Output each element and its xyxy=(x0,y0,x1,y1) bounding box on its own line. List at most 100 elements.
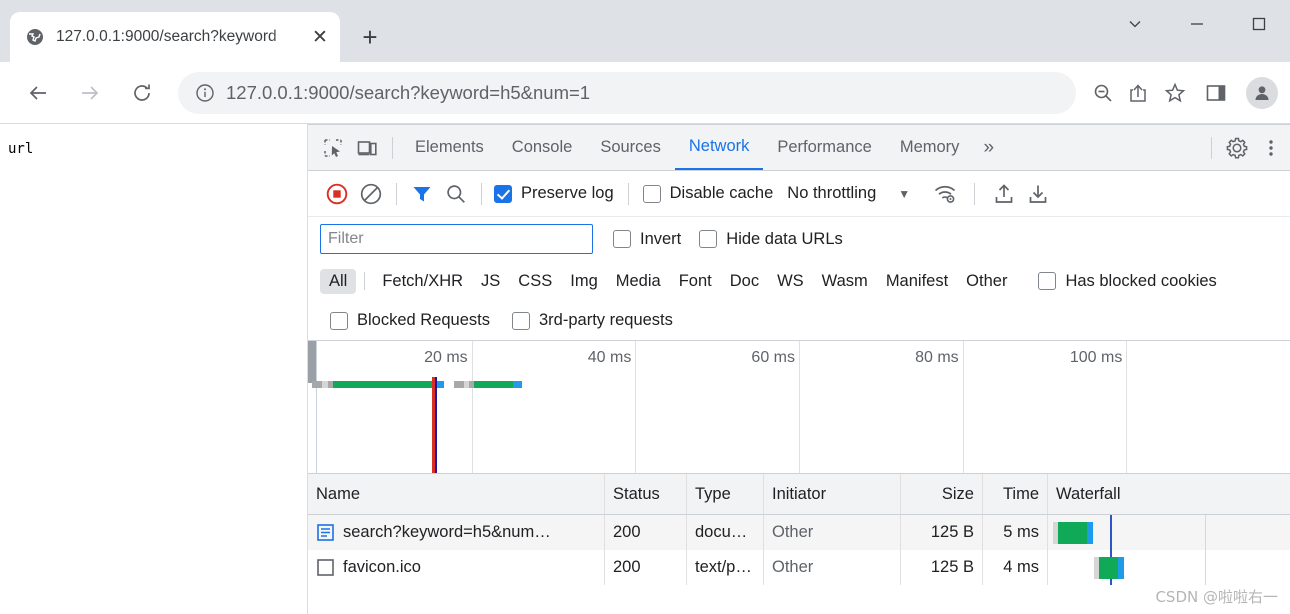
tab-elements[interactable]: Elements xyxy=(401,125,498,170)
devtools-panel: Elements Console Sources Network Perform… xyxy=(308,124,1290,614)
share-icon[interactable] xyxy=(1122,76,1156,110)
waterfall-segment xyxy=(1118,557,1125,579)
inspect-element-icon[interactable] xyxy=(316,131,350,165)
column-header-name[interactable]: Name xyxy=(308,474,605,514)
tab-performance[interactable]: Performance xyxy=(763,125,885,170)
type-filter-wasm[interactable]: Wasm xyxy=(813,269,877,294)
funnel-icon[interactable] xyxy=(405,177,439,211)
reload-icon[interactable] xyxy=(122,73,162,113)
maximize-icon[interactable] xyxy=(1228,0,1290,48)
clear-icon[interactable] xyxy=(354,177,388,211)
overview-window-handle[interactable] xyxy=(308,341,316,383)
avatar[interactable] xyxy=(1246,76,1278,109)
content-area: url Elements Console Sources Network Per… xyxy=(0,124,1290,614)
new-tab-button[interactable]: + xyxy=(350,17,390,57)
devtools-tabbar: Elements Console Sources Network Perform… xyxy=(308,125,1290,171)
checkbox-box xyxy=(512,311,530,330)
overview-tick-line xyxy=(962,341,964,473)
globe-icon xyxy=(26,28,44,46)
export-har-icon[interactable] xyxy=(1021,177,1055,211)
kebab-menu-icon[interactable] xyxy=(1254,131,1288,165)
document-icon xyxy=(316,524,334,542)
record-stop-icon[interactable] xyxy=(320,177,354,211)
overview-tick-line xyxy=(1126,341,1128,473)
tab-search-icon[interactable] xyxy=(1104,0,1166,48)
type-filter-fetch-xhr[interactable]: Fetch/XHR xyxy=(373,269,472,294)
has-blocked-cookies-checkbox[interactable]: Has blocked cookies xyxy=(1038,272,1217,291)
preserve-log-checkbox[interactable]: Preserve log xyxy=(494,184,614,203)
waterfall-grid-line xyxy=(1205,515,1207,550)
type-filter-other[interactable]: Other xyxy=(957,269,1016,294)
divider xyxy=(481,182,482,205)
cell-size: 125 B xyxy=(901,550,983,585)
cell-waterfall xyxy=(1048,515,1290,550)
cell-type: docu… xyxy=(687,515,764,550)
tab-console[interactable]: Console xyxy=(498,125,587,170)
minimize-icon[interactable] xyxy=(1166,0,1228,48)
search-icon[interactable] xyxy=(439,177,473,211)
type-filter-css[interactable]: CSS xyxy=(509,269,561,294)
overview-tick-label: 100 ms xyxy=(1069,349,1123,366)
blocked-requests-checkbox[interactable]: Blocked Requests xyxy=(330,311,490,330)
wifi-settings-icon[interactable] xyxy=(928,177,962,211)
table-row[interactable]: favicon.ico 200 text/p… Other 125 B4 ms xyxy=(308,550,1290,585)
network-toolbar: Preserve log Disable cache No throttling… xyxy=(308,171,1290,217)
column-header-type[interactable]: Type xyxy=(687,474,764,514)
column-header-initiator[interactable]: Initiator xyxy=(764,474,901,514)
cell-name: favicon.ico xyxy=(308,550,605,585)
overview-request-bar xyxy=(311,381,445,388)
address-bar[interactable]: 127.0.0.1:9000/search?keyword=h5&num=1 xyxy=(178,71,1076,114)
table-row[interactable]: search?keyword=h5&num… 200 docu… Other 125 B… xyxy=(308,515,1290,550)
gear-icon[interactable] xyxy=(1220,131,1254,165)
type-filter-img[interactable]: Img xyxy=(561,269,607,294)
tab-sources[interactable]: Sources xyxy=(586,125,675,170)
throttling-select[interactable]: No throttling xyxy=(787,184,876,203)
type-filter-js[interactable]: JS xyxy=(472,269,509,294)
hide-data-urls-label: Hide data URLs xyxy=(726,229,843,248)
disable-cache-checkbox[interactable]: Disable cache xyxy=(642,184,773,203)
forward-arrow-icon xyxy=(70,73,110,113)
overview-tick-label: 60 ms xyxy=(751,349,795,366)
browser-tab[interactable]: 127.0.0.1:9000/search?keyword ✕ xyxy=(10,12,340,62)
filter-input[interactable]: Filter xyxy=(320,224,593,254)
overview-bar-segment xyxy=(513,381,523,388)
tab-memory[interactable]: Memory xyxy=(886,125,974,170)
zoom-out-icon[interactable] xyxy=(1086,76,1120,110)
type-filter-all[interactable]: All xyxy=(320,268,357,294)
blocked-requests-label: Blocked Requests xyxy=(357,311,490,329)
overview-tick-line xyxy=(635,341,637,473)
back-arrow-icon[interactable] xyxy=(18,73,58,113)
request-name: search?keyword=h5&num… xyxy=(343,523,551,541)
tab-network[interactable]: Network xyxy=(674,125,764,170)
info-icon[interactable] xyxy=(192,80,218,106)
column-header-time[interactable]: Time xyxy=(983,474,1048,514)
chevron-down-icon[interactable]: ▼ xyxy=(898,187,910,201)
type-filter-font[interactable]: Font xyxy=(670,269,721,294)
third-party-requests-checkbox[interactable]: 3rd-party requests xyxy=(512,311,673,330)
type-filter-media[interactable]: Media xyxy=(607,269,670,294)
request-name: favicon.ico xyxy=(343,558,421,576)
column-header-status[interactable]: Status xyxy=(605,474,687,514)
hide-data-urls-checkbox[interactable]: Hide data URLs xyxy=(699,229,843,249)
type-filter-doc[interactable]: Doc xyxy=(721,269,768,294)
side-panel-icon[interactable] xyxy=(1196,73,1236,113)
devtools-tabbar-right xyxy=(1203,131,1290,165)
more-tabs-icon[interactable]: » xyxy=(973,137,1002,159)
waterfall-bar xyxy=(1093,557,1125,579)
close-icon[interactable]: ✕ xyxy=(308,25,332,49)
cell-name: search?keyword=h5&num… xyxy=(308,515,605,550)
device-toolbar-icon[interactable] xyxy=(350,131,384,165)
column-header-size[interactable]: Size xyxy=(901,474,983,514)
invert-checkbox[interactable]: Invert xyxy=(613,230,681,249)
cell-waterfall xyxy=(1048,550,1290,585)
network-overview[interactable]: 20 ms 40 ms 60 ms 80 ms 100 ms xyxy=(308,341,1290,474)
column-header-waterfall-label: Waterfall xyxy=(1056,484,1121,503)
browser-window: 127.0.0.1:9000/search?keyword ✕ + 127.0.… xyxy=(0,0,1290,614)
checkbox-box xyxy=(642,184,661,203)
type-filter-ws[interactable]: WS xyxy=(768,269,813,294)
star-icon[interactable] xyxy=(1158,76,1192,110)
type-filter-manifest[interactable]: Manifest xyxy=(877,269,957,294)
import-har-icon[interactable] xyxy=(987,177,1021,211)
column-header-waterfall[interactable]: Waterfall xyxy=(1048,474,1290,514)
divider xyxy=(364,272,366,290)
